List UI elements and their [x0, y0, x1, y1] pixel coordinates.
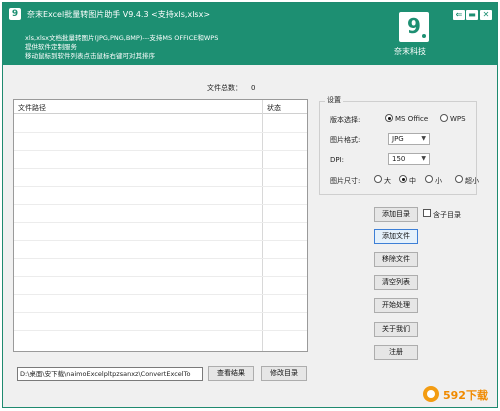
window-title: 奈末Excel批量转图片助手 V9.4.3 <支持xls,xlsx> — [27, 10, 211, 19]
grid-line — [14, 168, 307, 169]
about-us-button[interactable]: 关于我们 — [374, 322, 418, 337]
chevron-down-icon: ▼ — [421, 135, 426, 142]
dpi-select-value: 150 — [392, 155, 406, 163]
file-total: 文件总数： 0 — [207, 83, 255, 93]
add-file-button[interactable]: 添加文件 — [374, 229, 418, 244]
radio-size-large-label[interactable]: 大 — [384, 176, 391, 186]
chevron-down-icon: ▼ — [421, 155, 426, 162]
radio-size-small-label[interactable]: 小 — [435, 176, 442, 186]
output-path-field[interactable]: D:\桌面\安下载\naimoExcelpltpzsanxz\ConvertEx… — [17, 367, 203, 381]
radio-wps-label[interactable]: WPS — [450, 115, 466, 123]
grid-line — [14, 150, 307, 151]
header-banner: 9 奈末Excel批量转图片助手 V9.4.3 <支持xls,xlsx> xls… — [3, 3, 497, 65]
dpi-select[interactable]: 150 ▼ — [388, 153, 430, 165]
radio-ms-office-label[interactable]: MS Office — [395, 115, 428, 123]
include-subdir-checkbox[interactable] — [423, 209, 431, 217]
size-label: 图片尺寸: — [330, 177, 361, 185]
start-process-button[interactable]: 开始处理 — [374, 298, 418, 313]
description-line-3: 移动鼠标到软件列表点击鼠标右键可对其排序 — [25, 52, 155, 60]
grid-line — [14, 240, 307, 241]
view-results-button[interactable]: 查看结果 — [208, 366, 254, 381]
grid-line — [14, 204, 307, 205]
radio-size-large[interactable] — [374, 175, 382, 183]
grid-line — [14, 330, 307, 331]
clear-list-button[interactable]: 清空列表 — [374, 275, 418, 290]
brand-logo: 9 — [399, 12, 429, 42]
brand-name: 奈末科技 — [394, 47, 426, 56]
app-window: 9 奈末Excel批量转图片助手 V9.4.3 <支持xls,xlsx> xls… — [2, 2, 498, 408]
back-icon[interactable]: ⇐ — [453, 10, 465, 20]
column-header-status[interactable]: 状态 — [267, 103, 281, 113]
radio-size-small[interactable] — [425, 175, 433, 183]
minimize-icon[interactable]: ▬ — [466, 10, 478, 20]
format-label: 图片格式: — [330, 136, 361, 144]
add-directory-button[interactable]: 添加目录 — [374, 207, 418, 222]
register-button[interactable]: 注册 — [374, 345, 418, 360]
format-select-value: JPG — [392, 135, 404, 143]
watermark-logo-icon — [423, 386, 439, 402]
watermark-text: 592下载 — [443, 389, 488, 402]
radio-size-medium-label[interactable]: 中 — [409, 176, 416, 186]
close-icon[interactable]: ✕ — [480, 10, 492, 20]
grid-line — [14, 276, 307, 277]
file-list[interactable]: 文件路径 状态 — [13, 99, 308, 352]
grid-line — [14, 294, 307, 295]
file-total-label: 文件总数： — [207, 84, 242, 92]
remove-file-button[interactable]: 移除文件 — [374, 252, 418, 267]
change-directory-button[interactable]: 修改目录 — [261, 366, 307, 381]
radio-ms-office[interactable] — [385, 114, 393, 122]
version-label: 版本选择: — [330, 116, 361, 124]
column-header-path[interactable]: 文件路径 — [18, 103, 46, 113]
radio-wps[interactable] — [440, 114, 448, 122]
settings-title: 设置 — [325, 95, 343, 105]
grid-line — [14, 222, 307, 223]
radio-size-xsmall-label[interactable]: 超小 — [465, 176, 479, 186]
dpi-label: DPI: — [330, 156, 345, 164]
radio-size-xsmall[interactable] — [455, 175, 463, 183]
radio-size-medium[interactable] — [399, 175, 407, 183]
column-divider — [262, 100, 263, 351]
grid-line — [14, 132, 307, 133]
list-header: 文件路径 状态 — [14, 100, 307, 114]
app-icon: 9 — [9, 8, 21, 20]
grid-line — [14, 312, 307, 313]
grid-line — [14, 258, 307, 259]
include-subdir-label[interactable]: 含子目录 — [433, 210, 461, 220]
format-select[interactable]: JPG ▼ — [388, 133, 430, 145]
grid-line — [14, 186, 307, 187]
file-total-count: 0 — [251, 84, 256, 92]
